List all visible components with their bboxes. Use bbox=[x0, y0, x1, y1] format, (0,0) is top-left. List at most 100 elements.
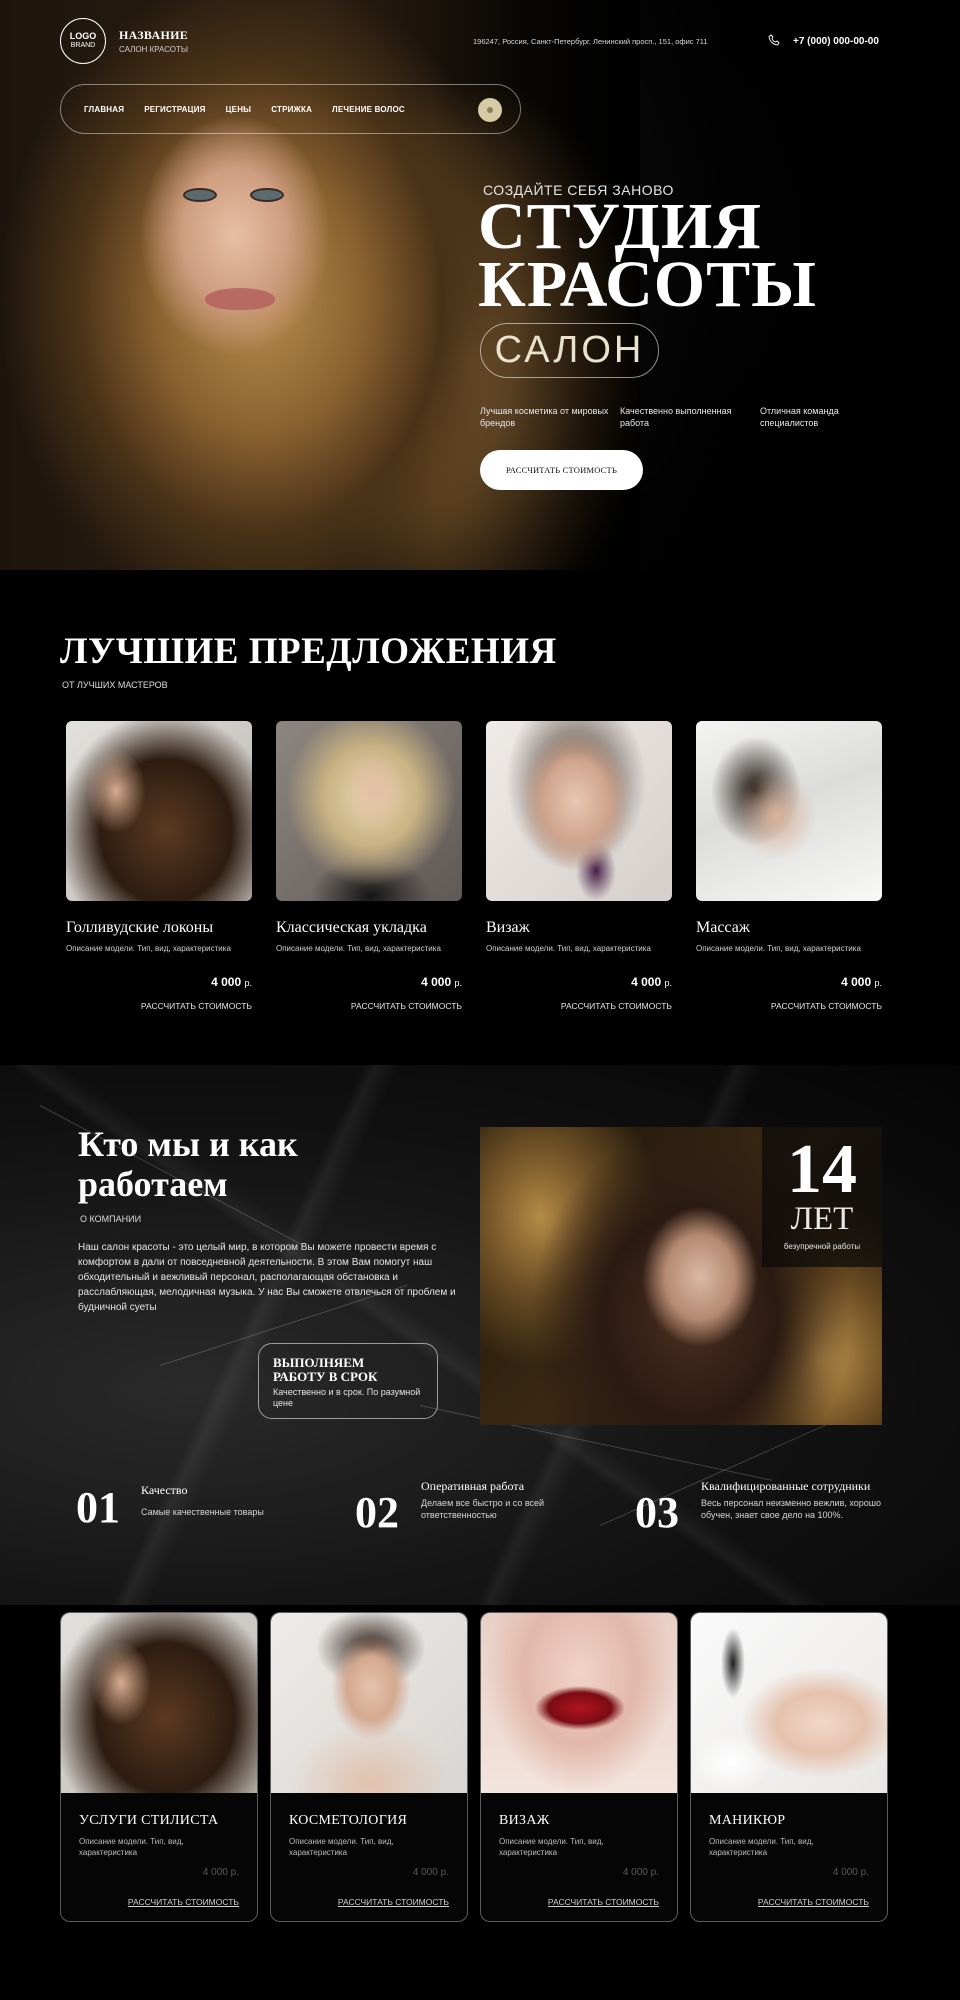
service-calculate-link[interactable]: РАССЧИТАТЬ СТОИМОСТЬ bbox=[338, 1897, 449, 1907]
main-navigation: ГЛАВНАЯ РЕГИСТРАЦИЯ ЦЕНЫ СТРИЖКА ЛЕЧЕНИЕ… bbox=[60, 84, 521, 134]
brand-subtitle: САЛОН КРАСОТЫ bbox=[119, 45, 188, 54]
offer-description: Описание модели. Тип, вид, характеристик… bbox=[696, 944, 861, 953]
calculate-cost-button[interactable]: РАССЧИТАТЬ СТОИМОСТЬ bbox=[480, 450, 643, 490]
phone-number[interactable]: +7 (000) 000-00-00 bbox=[793, 36, 879, 47]
service-calculate-link[interactable]: РАССЧИТАТЬ СТОИМОСТЬ bbox=[548, 1897, 659, 1907]
service-calculate-link[interactable]: РАССЧИТАТЬ СТОИМОСТЬ bbox=[128, 1897, 239, 1907]
offers-title: ЛУЧШИЕ ПРЕДЛОЖЕНИЯ bbox=[60, 631, 557, 672]
price-value: 4 000 bbox=[421, 975, 452, 989]
price-currency: р. bbox=[454, 978, 462, 988]
service-price: 4 000 р. bbox=[832, 1867, 869, 1878]
offer-description: Описание модели. Тип, вид, характеристик… bbox=[276, 944, 441, 953]
about-subtitle: О КОМПАНИИ bbox=[80, 1214, 142, 1224]
offer-description: Описание модели. Тип, вид, характеристик… bbox=[486, 944, 651, 953]
stat-description: Самые качественные товары bbox=[141, 1507, 264, 1517]
nav-item-prices[interactable]: ЦЕНЫ bbox=[226, 105, 252, 114]
about-title-line: работаем bbox=[78, 1164, 228, 1204]
offer-photo-makeup bbox=[486, 721, 672, 901]
service-card[interactable]: МАНИКЮР Описание модели. Тип, вид, харак… bbox=[690, 1612, 888, 1922]
nav-item-hair-treatment[interactable]: ЛЕЧЕНИЕ ВОЛОС bbox=[332, 105, 405, 114]
hero-title: СТУДИЯ КРАСОТЫ bbox=[478, 194, 817, 321]
hero-salon-pill: САЛОН bbox=[480, 323, 659, 378]
offer-photo-styling bbox=[276, 721, 462, 901]
offer-calculate-link[interactable]: РАССЧИТАТЬ СТОИМОСТЬ bbox=[696, 1001, 882, 1011]
service-photo-visage bbox=[481, 1613, 677, 1793]
service-price: 4 000 р. bbox=[622, 1867, 659, 1878]
years-number: 14 bbox=[787, 1131, 857, 1208]
service-card[interactable]: УСЛУГИ СТИЛИСТА Описание модели. Тип, ви… bbox=[60, 1612, 258, 1922]
service-name: МАНИКЮР bbox=[709, 1813, 786, 1828]
service-name: КОСМЕТОЛОГИЯ bbox=[289, 1813, 408, 1828]
service-photo-cosmetology bbox=[271, 1613, 467, 1793]
hero-feature: Лучшая косметика от мировых брендов bbox=[480, 406, 609, 428]
price-currency: р. bbox=[874, 978, 882, 988]
service-description: Описание модели. Тип, вид, характеристик… bbox=[79, 1837, 184, 1857]
logo-text: LOGO bbox=[69, 31, 97, 41]
price-value: 4 000 bbox=[631, 975, 662, 989]
service-description: Описание модели. Тип, вид, характеристик… bbox=[499, 1837, 604, 1857]
phone-icon bbox=[768, 34, 780, 46]
price-value: 4 000 bbox=[211, 975, 242, 989]
service-photo-stylist bbox=[61, 1613, 257, 1793]
highlight-text: Качественно и в срок. По разумной цене bbox=[273, 1387, 421, 1408]
nav-item-registration[interactable]: РЕГИСТРАЦИЯ bbox=[144, 105, 205, 114]
dot-icon bbox=[487, 107, 493, 113]
service-description: Описание модели. Тип, вид, характеристик… bbox=[709, 1837, 814, 1857]
service-description: Описание модели. Тип, вид, характеристик… bbox=[289, 1837, 394, 1857]
offers-subtitle: ОТ ЛУЧШИХ МАСТЕРОВ bbox=[62, 680, 168, 690]
service-card[interactable]: ВИЗАЖ Описание модели. Тип, вид, характе… bbox=[480, 1612, 678, 1922]
stat-number: 03 bbox=[635, 1488, 679, 1537]
price-value: 4 000 bbox=[841, 975, 872, 989]
offer-photo-curls bbox=[66, 721, 252, 901]
price-currency: р. bbox=[244, 978, 252, 988]
stat-title: Оперативная работа bbox=[421, 1479, 525, 1493]
brand-logo[interactable]: LOGO BRAND bbox=[60, 18, 106, 64]
offer-card[interactable]: Массаж Описание модели. Тип, вид, характ… bbox=[696, 721, 882, 1011]
stat-description: Весь персонал неизменно вежлив, хорошо о… bbox=[701, 1498, 881, 1520]
offer-card[interactable]: Визаж Описание модели. Тип, вид, характе… bbox=[486, 721, 672, 1011]
service-calculate-link[interactable]: РАССЧИТАТЬ СТОИМОСТЬ bbox=[758, 1897, 869, 1907]
offer-description: Описание модели. Тип, вид, характеристик… bbox=[66, 944, 231, 953]
offer-name: Массаж bbox=[696, 919, 750, 936]
stat-description: Делаем все быстро и со всей ответственно… bbox=[421, 1498, 545, 1520]
nav-item-home[interactable]: ГЛАВНАЯ bbox=[84, 105, 124, 114]
service-name: УСЛУГИ СТИЛИСТА bbox=[79, 1813, 219, 1828]
stat-title: Квалифицированные сотрудники bbox=[701, 1479, 871, 1493]
service-price: 4 000 р. bbox=[202, 1867, 239, 1878]
offer-calculate-link[interactable]: РАССЧИТАТЬ СТОИМОСТЬ bbox=[66, 1001, 252, 1011]
offer-price: 4 000 р. bbox=[276, 975, 462, 989]
service-card[interactable]: КОСМЕТОЛОГИЯ Описание модели. Тип, вид, … bbox=[270, 1612, 468, 1922]
offer-photo-massage bbox=[696, 721, 882, 901]
menu-toggle-button[interactable] bbox=[478, 98, 502, 122]
offer-card[interactable]: Классическая укладка Описание модели. Ти… bbox=[276, 721, 462, 1011]
years-word: ЛЕТ bbox=[790, 1201, 854, 1237]
about-title-line: Кто мы и как bbox=[78, 1124, 298, 1164]
offer-name: Голливудские локоны bbox=[66, 919, 214, 936]
stat-title: Качество bbox=[141, 1483, 188, 1497]
deadline-highlight-box: ВЫПОЛНЯЕМ РАБОТУ В СРОК Качественно и в … bbox=[258, 1343, 438, 1419]
service-name: ВИЗАЖ bbox=[499, 1813, 550, 1828]
address-text: 196247, Россия, Санкт-Петербург, Ленинск… bbox=[473, 37, 708, 46]
years-caption: безупречной работы bbox=[783, 1242, 861, 1251]
offer-name: Классическая укладка bbox=[276, 919, 427, 936]
hero-feature: Отличная команда специалистов bbox=[760, 406, 839, 428]
nav-item-haircut[interactable]: СТРИЖКА bbox=[271, 105, 312, 114]
service-price: 4 000 р. bbox=[412, 1867, 449, 1878]
offer-calculate-link[interactable]: РАССЧИТАТЬ СТОИМОСТЬ bbox=[486, 1001, 672, 1011]
logo-subtext: BRAND bbox=[70, 42, 96, 49]
service-photo-manicure bbox=[691, 1613, 887, 1793]
hero-feature: Качественно выполненная работа bbox=[620, 406, 732, 428]
highlight-title: ВЫПОЛНЯЕМ РАБОТУ В СРОК bbox=[273, 1356, 423, 1384]
offer-price: 4 000 р. bbox=[486, 975, 672, 989]
hero-title-line: КРАСОТЫ bbox=[478, 248, 817, 321]
highlight-title-line: РАБОТУ В СРОК bbox=[273, 1369, 378, 1384]
highlight-title-line: ВЫПОЛНЯЕМ bbox=[273, 1355, 365, 1370]
stat-number: 02 bbox=[355, 1488, 399, 1537]
about-title: Кто мы и как работаем bbox=[78, 1124, 298, 1204]
offer-price: 4 000 р. bbox=[696, 975, 882, 989]
offer-price: 4 000 р. bbox=[66, 975, 252, 989]
brand-name: НАЗВАНИЕ bbox=[119, 28, 189, 42]
offer-calculate-link[interactable]: РАССЧИТАТЬ СТОИМОСТЬ bbox=[276, 1001, 462, 1011]
stat-number: 01 bbox=[76, 1483, 120, 1532]
offer-card[interactable]: Голливудские локоны Описание модели. Тип… bbox=[66, 721, 252, 1011]
